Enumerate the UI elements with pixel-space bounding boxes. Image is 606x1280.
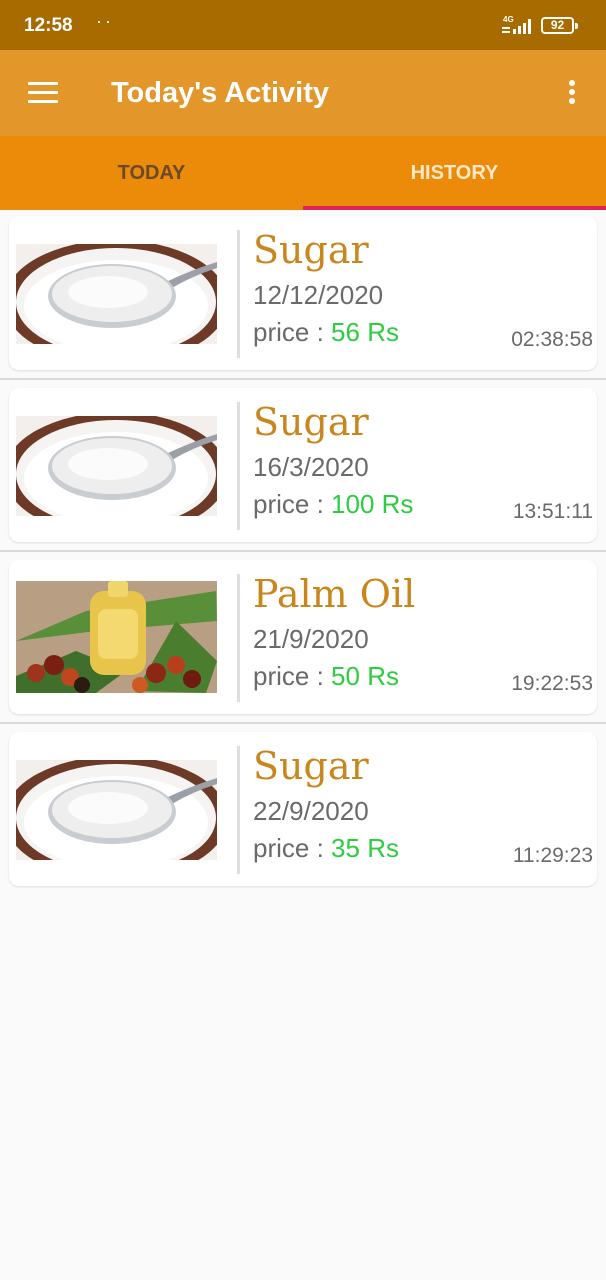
divider: [237, 746, 240, 874]
item-date: 22/9/2020: [253, 796, 369, 826]
item-price: price : 50 Rs: [253, 661, 399, 692]
price-label: price :: [253, 317, 324, 347]
sugar-image: [16, 244, 217, 344]
page-title: Today's Activity: [111, 77, 330, 109]
notification-dots: ··: [96, 11, 114, 31]
item-date: 21/9/2020: [253, 624, 369, 654]
status-bar: 12:58 ·· 4G 92: [0, 0, 606, 50]
list-separator: [0, 722, 606, 724]
status-time: 12:58: [24, 15, 73, 36]
item-price: price : 100 Rs: [253, 489, 413, 520]
history-item[interactable]: Palm Oil 21/9/2020 price : 50 Rs 19:22:53: [9, 560, 597, 714]
item-price: price : 56 Rs: [253, 317, 399, 348]
item-time: 02:38:58: [511, 328, 593, 351]
tab-indicator: [303, 206, 606, 210]
item-name: Sugar: [253, 400, 369, 444]
item-date: 16/3/2020: [253, 452, 369, 482]
battery-icon: 92: [541, 17, 578, 34]
history-item[interactable]: Sugar 12/12/2020 price : 56 Rs 02:38:58: [9, 216, 597, 370]
list-separator: [0, 378, 606, 380]
network-label: 4G: [503, 15, 514, 24]
divider: [237, 574, 240, 702]
price-value: 50 Rs: [331, 661, 399, 691]
price-value: 100 Rs: [331, 489, 414, 519]
hamburger-menu-icon[interactable]: [28, 82, 58, 104]
more-vert-icon[interactable]: [562, 80, 582, 108]
item-name: Palm Oil: [253, 572, 416, 616]
price-label: price :: [253, 489, 324, 519]
tab-bar: TODAY HISTORY: [0, 136, 606, 210]
item-price: price : 35 Rs: [253, 833, 399, 864]
sugar-image: [16, 760, 217, 860]
item-time: 11:29:23: [512, 844, 593, 867]
price-label: price :: [253, 833, 324, 863]
palm-oil-image: [16, 581, 217, 693]
item-name: Sugar: [253, 744, 369, 788]
item-date: 12/12/2020: [253, 280, 384, 310]
app-bar: Today's Activity: [0, 50, 606, 136]
price-value: 56 Rs: [331, 317, 399, 347]
divider: [237, 230, 240, 358]
history-item[interactable]: Sugar 16/3/2020 price : 100 Rs 13:51:11: [9, 388, 597, 542]
item-time: 13:51:11: [512, 500, 593, 523]
item-name: Sugar: [253, 228, 369, 272]
price-label: price :: [253, 661, 324, 691]
tab-history[interactable]: HISTORY: [303, 136, 606, 210]
tab-today[interactable]: TODAY: [0, 136, 303, 210]
sugar-image: [16, 416, 217, 516]
price-value: 35 Rs: [331, 833, 399, 863]
signal-icon: 4G: [502, 15, 531, 34]
history-item[interactable]: Sugar 22/9/2020 price : 35 Rs 11:29:23: [9, 732, 597, 886]
divider: [237, 402, 240, 530]
list-separator: [0, 550, 606, 552]
item-time: 19:22:53: [511, 672, 593, 695]
